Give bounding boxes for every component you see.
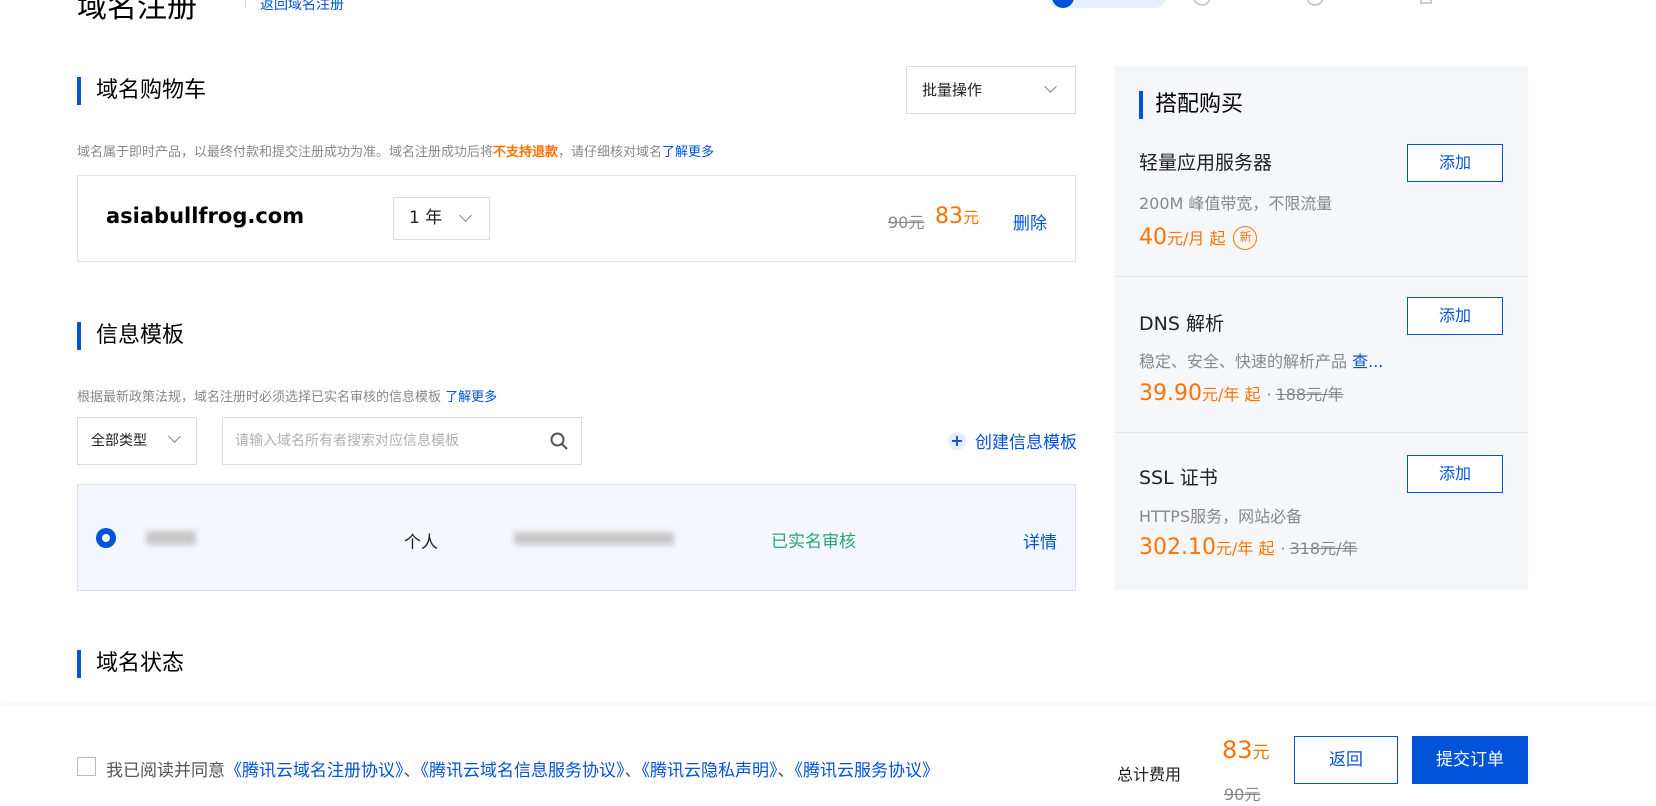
current-price-value: 83 [935,204,963,229]
cart-note: 域名属于即时产品，以最终付款和提交注册成功为准。域名注册成功后将不支持退款，请仔… [77,141,714,160]
domain-name: asiabullfrog.com [106,204,305,228]
price-value: 302.10 [1139,535,1216,560]
template-search-input[interactable] [235,431,535,451]
template-radio[interactable] [96,528,116,548]
agree-prefix: 我已阅读并同意 [106,761,225,781]
cart-note-text: 域名属于即时产品，以最终付款和提交注册成功为准。域名注册成功后将 [77,145,494,160]
price-separator: · [1280,539,1286,558]
bundle-item-desc: HTTPS服务，网站必备 [1139,507,1303,526]
template-learn-more-link[interactable]: 了解更多 [445,390,497,405]
new-badge: 新 [1233,226,1258,250]
owner-name-redacted [146,531,196,545]
back-to-register-link[interactable]: 返回域名注册 [260,0,344,14]
price-unit: 元/年 起 [1201,385,1261,404]
submit-order-button[interactable]: 提交订单 [1412,736,1528,784]
verification-status: 已实名审核 [771,532,856,552]
template-detail-link[interactable]: 详情 [1023,528,1057,553]
type-filter-value: 全部类型 [91,433,147,449]
original-price: 90元 [888,213,925,232]
agreement-separator: 、 [777,761,795,781]
back-button[interactable]: 返回 [1294,736,1398,784]
checkout-bar: 我已阅读并同意《腾讯云域名注册协议》、《腾讯云域名信息服务协议》、《腾讯云隐私声… [0,706,1656,806]
divider [1115,276,1528,277]
no-refund-warning: 不支持退款 [493,145,559,160]
batch-operations-dropdown[interactable]: 批量操作 [906,66,1076,114]
original-price: 318元/年 [1289,539,1358,558]
agreement-link-domain-registration[interactable]: 《腾讯云域名注册协议》 [225,761,404,781]
agreement-link-service[interactable]: 《腾讯云服务协议》 [795,761,940,781]
price-value: 40 [1139,225,1167,250]
bundle-item-desc: 200M 峰值带宽，不限流量 [1139,194,1333,213]
bundle-item-name: DNS 解析 [1139,313,1224,335]
dns-view-link[interactable]: 查... [1352,352,1383,371]
agreement-link-domain-info-service[interactable]: 《腾讯云域名信息服务协议》 [421,761,625,781]
total-price-value: 83 [1222,736,1253,764]
add-lighthouse-button[interactable]: 添加 [1407,144,1503,182]
period-select[interactable]: 1 年 [393,197,490,240]
original-price: 188元/年 [1275,385,1344,404]
chevron-down-icon [459,209,472,222]
owner-type: 个人 [404,533,438,553]
cart-item-row: asiabullfrog.com 1 年 90元 83元 删除 [77,175,1076,262]
delete-link[interactable]: 删除 [1013,209,1047,234]
step-4-icon [1420,0,1432,4]
price-unit: 元/年 起 [1215,539,1275,558]
chevron-down-icon [168,430,181,443]
chevron-down-icon [1044,80,1057,93]
total-price: 83元 [1222,736,1270,764]
cart-learn-more-link[interactable]: 了解更多 [662,145,714,160]
agreement-separator: 、 [403,761,421,781]
cart-note-suffix: ，请仔细核对域名 [558,145,663,160]
price-value: 39.90 [1139,381,1202,406]
total-price-unit: 元 [1252,743,1270,763]
search-icon[interactable] [549,431,569,451]
step-3-circle [1306,0,1324,6]
total-original-price: 90元 [1224,785,1261,804]
price-unit: 元/月 起 [1167,229,1226,248]
create-template-button[interactable]: + 创建信息模板 [948,428,1077,453]
page-title: 域名注册 [77,0,197,25]
agreement-link-privacy[interactable]: 《腾讯云隐私声明》 [642,761,778,781]
bundle-item-price: 40元/月 起新 [1139,225,1258,250]
plus-icon: + [948,431,966,450]
agree-checkbox[interactable] [77,757,96,776]
template-search [222,417,582,465]
template-row[interactable]: 个人 已实名审核 详情 [77,484,1076,591]
agreement-text: 我已阅读并同意《腾讯云域名注册协议》、《腾讯云域名信息服务协议》、《腾讯云隐私声… [106,756,939,781]
step-2-circle [1193,0,1211,6]
divider [1115,432,1528,433]
current-price-unit: 元 [963,208,980,227]
template-note: 根据最新政策法规，域名注册时必须选择已实名审核的信息模板 了解更多 [77,386,497,405]
bundle-purchase-panel: 搭配购买 轻量应用服务器 200M 峰值带宽，不限流量 40元/月 起新 添加 … [1115,66,1528,590]
agreement-separator: 、 [624,761,642,781]
domain-status-heading: 域名状态 [77,650,184,678]
bundle-item-desc: 稳定、安全、快速的解析产品 查... [1139,348,1383,372]
create-template-label: 创建信息模板 [975,433,1077,453]
bundle-item-name: 轻量应用服务器 [1139,152,1273,174]
title-divider [245,0,246,8]
period-value: 1 年 [409,208,443,228]
bundle-heading: 搭配购买 [1139,91,1243,119]
add-ssl-button[interactable]: 添加 [1407,455,1503,493]
add-dns-button[interactable]: 添加 [1407,297,1503,335]
bundle-item-desc-text: 稳定、安全、快速的解析产品 [1139,352,1348,371]
type-filter-select[interactable]: 全部类型 [77,417,197,465]
template-note-text: 根据最新政策法规，域名注册时必须选择已实名审核的信息模板 [77,390,442,405]
total-label: 总计费用 [1117,765,1182,784]
owner-info-redacted [514,532,674,545]
cart-heading: 域名购物车 [77,77,206,105]
bundle-item-name: SSL 证书 [1139,467,1218,489]
template-heading: 信息模板 [77,322,184,350]
bundle-item-price: 39.90元/年 起 · 188元/年 [1139,381,1344,406]
current-price: 83元 [935,204,979,229]
price-separator: · [1266,385,1272,404]
batch-operations-label: 批量操作 [922,81,983,99]
bundle-item-price: 302.10元/年 起 · 318元/年 [1139,535,1358,560]
